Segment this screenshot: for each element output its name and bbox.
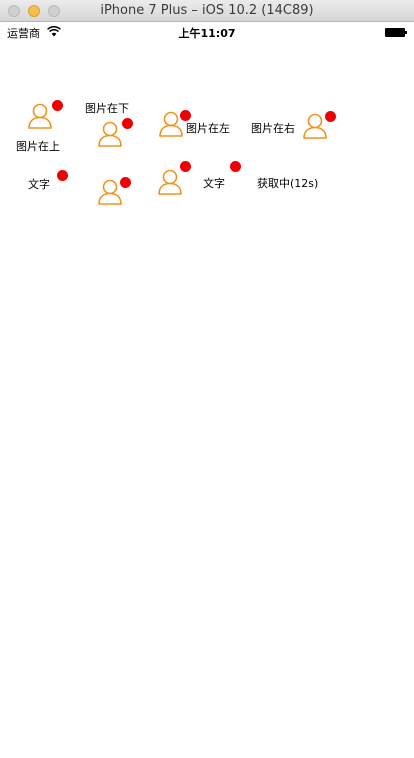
notification-badge <box>180 161 191 172</box>
countdown-button[interactable]: 获取中(12s) <box>254 168 330 196</box>
battery-icon <box>385 28 407 37</box>
icon-only-button[interactable] <box>96 176 136 206</box>
button-label: 图片在左 <box>186 122 230 135</box>
notification-badge <box>120 177 131 188</box>
image-top-button[interactable]: 图片在上 <box>10 100 74 154</box>
person-icon <box>158 169 182 195</box>
button-label: 图片在右 <box>251 122 295 135</box>
icon-only-button[interactable] <box>156 160 196 196</box>
countdown-label: 获取中(12s) <box>257 177 319 190</box>
image-left-button[interactable]: 图片在左 <box>156 108 238 138</box>
notification-badge <box>57 170 68 181</box>
button-label: 文字 <box>203 177 225 190</box>
person-icon <box>98 121 122 147</box>
button-label: 图片在下 <box>85 102 129 115</box>
window-titlebar: iPhone 7 Plus – iOS 10.2 (14C89) <box>0 0 414 22</box>
image-bottom-button[interactable]: 图片在下 <box>82 98 138 150</box>
person-icon <box>28 103 52 129</box>
text-badge-button[interactable]: 文字 <box>198 160 244 190</box>
notification-badge <box>122 118 133 129</box>
status-bar: 运营商 上午11:07 <box>0 22 414 42</box>
button-label: 图片在上 <box>16 140 60 153</box>
notification-badge <box>230 161 241 172</box>
status-time: 上午11:07 <box>178 27 236 40</box>
button-label: 文字 <box>28 178 50 191</box>
notification-badge <box>52 100 63 111</box>
notification-badge <box>325 111 336 122</box>
window-title: iPhone 7 Plus – iOS 10.2 (14C89) <box>100 3 314 18</box>
image-right-button[interactable]: 图片在右 <box>248 108 338 139</box>
text-only-button[interactable]: 文字 <box>22 168 72 192</box>
